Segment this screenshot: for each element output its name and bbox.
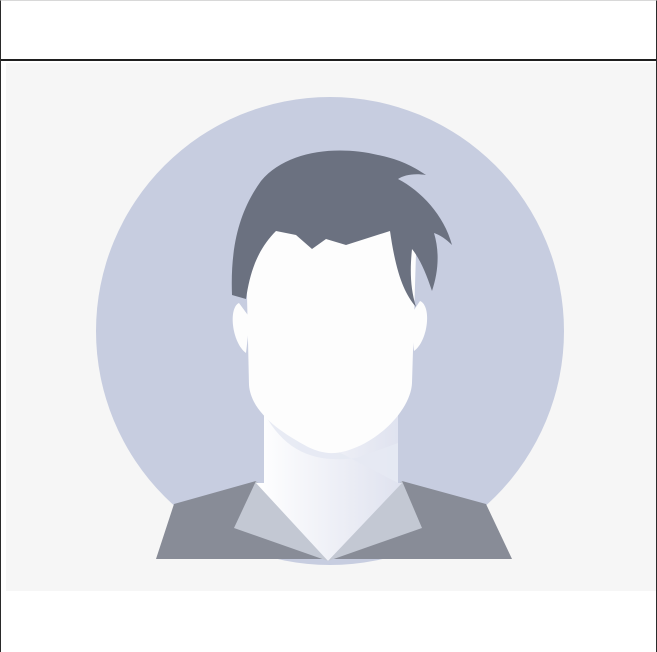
image-viewer[interactable] (6, 63, 656, 591)
top-toolbar (1, 1, 656, 61)
bottom-status-bar (1, 591, 656, 652)
default-avatar-icon (96, 97, 564, 565)
window-frame (0, 0, 657, 652)
